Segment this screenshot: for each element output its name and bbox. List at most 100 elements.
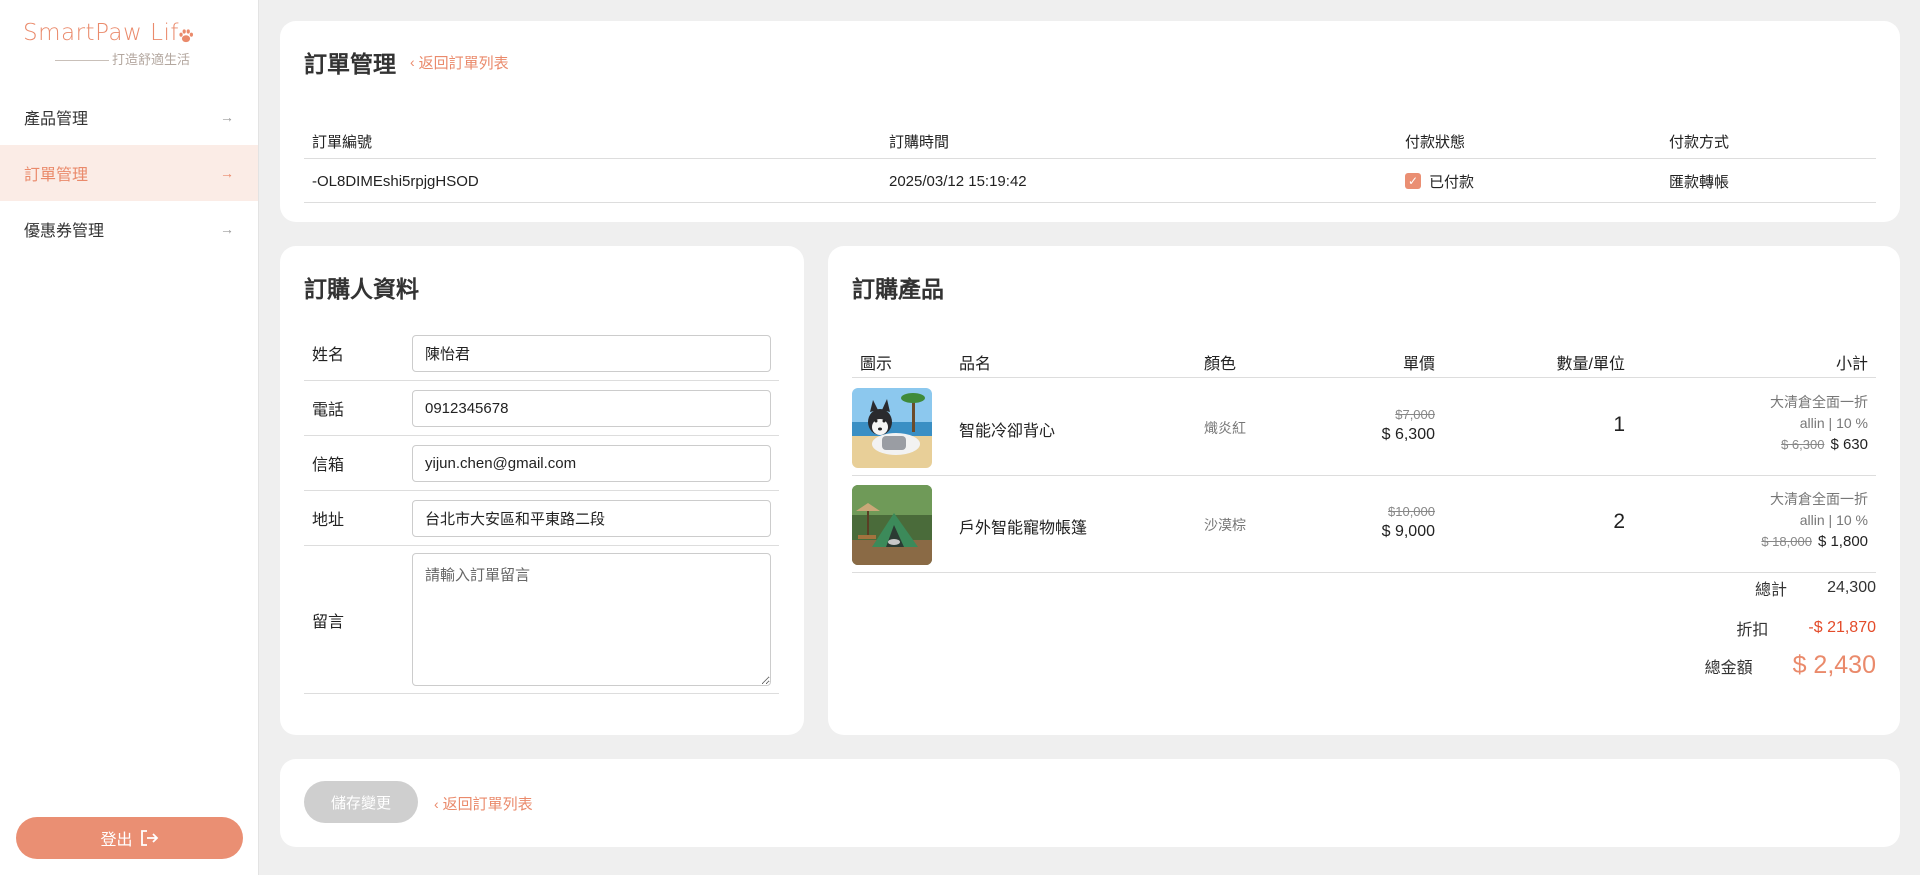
product-image-husky [852, 388, 932, 468]
actions-card: 儲存變更 ‹ 返回訂單列表 [280, 759, 1900, 847]
buyer-section-title: 訂購人資料 [304, 276, 419, 302]
order-time: 2025/03/12 15:19:42 [889, 172, 1027, 190]
product-name: 戶外智能寵物帳篷 [959, 520, 1088, 537]
save-button[interactable]: 儲存變更 [304, 781, 418, 823]
quantity: 1 [1613, 413, 1625, 436]
name-label: 姓名 [312, 347, 345, 364]
product-name: 智能冷卻背心 [959, 423, 1056, 440]
column-header: 付款方式 [1669, 134, 1730, 151]
logout-icon [140, 830, 158, 846]
subtotal: 大清倉全面一折 allin | 10 % $ 18,000 $ 1,800 [1761, 489, 1868, 552]
address-row: 地址 [304, 491, 779, 546]
discount-label: 折扣 [1736, 622, 1769, 639]
order-table-row: -OL8DIMEshi5rpjgHSOD 2025/03/12 15:19:42… [304, 160, 1876, 203]
subtotal-value: $ 630 [1830, 436, 1868, 453]
column-header: 訂購時間 [889, 134, 950, 151]
email-field[interactable] [412, 444, 771, 482]
email-label: 信箱 [312, 457, 345, 474]
buyer-info-card: 訂購人資料 姓名 電話 信箱 地址 留言 [280, 246, 804, 735]
order-id: -OL8DIMEshi5rpjgHSOD [312, 172, 479, 190]
paid-checkbox[interactable]: ✓ [1405, 173, 1421, 189]
brand-tagline: 打造舒適生活 [55, 49, 190, 68]
back-to-list-link[interactable]: ‹ 返回訂單列表 [434, 793, 533, 814]
total-label: 總計 [1755, 582, 1788, 599]
logout-label: 登出 [100, 832, 133, 849]
sidebar-item-orders[interactable]: 訂單管理 → [0, 145, 258, 201]
total-row: 總計 24,300 [1677, 576, 1876, 600]
back-link-label: 返回訂單列表 [418, 54, 509, 72]
address-label: 地址 [312, 512, 345, 529]
column-header: 顏色 [1204, 356, 1237, 373]
name-field[interactable] [412, 334, 771, 372]
discount-row: 折扣 -$ 21,870 [1658, 616, 1876, 640]
product-image-tent [852, 485, 932, 565]
product-color: 沙漠棕 [1204, 517, 1246, 533]
email-row: 信箱 [304, 436, 779, 491]
column-header: 數量/單位 [1556, 356, 1625, 373]
promo-label: 大清倉全面一折 [1770, 491, 1868, 507]
address-field[interactable] [412, 499, 771, 537]
products-section-title: 訂購產品 [852, 276, 944, 302]
sidebar: SmartPaw Lif 打造舒適生活 產品管理 → 訂單管理 → 優惠券管理 … [0, 0, 259, 875]
grand-total-label: 總金額 [1704, 659, 1753, 677]
column-header: 訂單編號 [312, 134, 373, 151]
coupon-label: allin | 10 % [1799, 512, 1868, 528]
chevron-left-icon: ‹ [434, 795, 439, 812]
back-to-list-link[interactable]: ‹ 返回訂單列表 [410, 52, 509, 73]
sidebar-item-label: 訂單管理 [24, 167, 89, 184]
order-info-card: 訂單管理 ‹ 返回訂單列表 訂單編號 訂購時間 付款狀態 付款方式 -OL8DI… [280, 21, 1900, 222]
page-title: 訂單管理 [304, 51, 396, 77]
chevron-left-icon: ‹ [410, 54, 415, 70]
note-row: 留言 [304, 546, 779, 694]
paw-icon [179, 29, 193, 42]
payment-status: ✓ 已付款 [1405, 171, 1474, 192]
column-header: 單價 [1402, 356, 1435, 373]
sidebar-item-coupons[interactable]: 優惠券管理 → [0, 201, 258, 257]
subtotal-original: $ 6,300 [1781, 437, 1825, 452]
promo-label: 大清倉全面一折 [1770, 394, 1868, 410]
grand-total-value: $ 2,430 [1792, 651, 1876, 679]
table-row: 智能冷卻背心 熾炎紅 $7,000 $ 6,300 1 大清倉全面一折 alli… [852, 379, 1876, 476]
phone-field[interactable] [412, 389, 771, 427]
subtotal-original: $ 18,000 [1761, 534, 1812, 549]
unit-price: $7,000 $ 6,300 [1382, 407, 1435, 444]
coupon-label: allin | 10 % [1799, 415, 1868, 431]
back-link-label: 返回訂單列表 [442, 796, 533, 813]
note-textarea[interactable] [412, 553, 771, 686]
grand-total-row: 總金額 $ 2,430 [1643, 651, 1876, 680]
quantity: 2 [1613, 510, 1625, 533]
discount-value: -$ 21,870 [1808, 619, 1876, 636]
logout-button[interactable]: 登出 [16, 817, 243, 859]
order-table-header: 訂單編號 訂購時間 付款狀態 付款方式 [304, 125, 1876, 159]
sale-price: $ 9,000 [1381, 523, 1435, 540]
total-value: 24,300 [1827, 579, 1876, 596]
arrow-right-icon: → [220, 109, 234, 125]
payment-status-label: 已付款 [1429, 173, 1475, 191]
brand-name: SmartPaw Lif [23, 20, 179, 46]
arrow-right-icon: → [220, 165, 234, 181]
original-price: $10,000 [1388, 504, 1435, 519]
brand-logo[interactable]: SmartPaw Lif 打造舒適生活 [23, 20, 223, 70]
sidebar-item-label: 優惠券管理 [24, 223, 105, 240]
sidebar-item-products[interactable]: 產品管理 → [0, 89, 258, 145]
note-label: 留言 [312, 613, 345, 631]
subtotal-value: $ 1,800 [1817, 533, 1868, 550]
table-row: 戶外智能寵物帳篷 沙漠棕 $10,000 $ 9,000 2 大清倉全面一折 a… [852, 476, 1876, 573]
column-header: 小計 [1835, 356, 1868, 373]
name-row: 姓名 [304, 326, 779, 381]
arrow-right-icon: → [220, 221, 234, 237]
products-table-header: 圖示 品名 顏色 單價 數量/單位 小計 [852, 343, 1876, 378]
sidebar-item-label: 產品管理 [24, 111, 89, 128]
phone-row: 電話 [304, 381, 779, 436]
subtotal: 大清倉全面一折 allin | 10 % $ 6,300 $ 630 [1770, 392, 1868, 455]
payment-method: 匯款轉帳 [1669, 173, 1730, 191]
original-price: $7,000 [1395, 407, 1435, 422]
phone-label: 電話 [312, 402, 345, 419]
column-header: 圖示 [860, 356, 893, 373]
column-header: 付款狀態 [1405, 134, 1466, 151]
column-header: 品名 [959, 356, 992, 373]
products-card: 訂購產品 圖示 品名 顏色 單價 數量/單位 小計 智能冷卻背心 熾炎紅 $7,… [828, 246, 1900, 735]
product-color: 熾炎紅 [1204, 420, 1246, 436]
unit-price: $10,000 $ 9,000 [1382, 504, 1435, 541]
sale-price: $ 6,300 [1381, 426, 1435, 443]
